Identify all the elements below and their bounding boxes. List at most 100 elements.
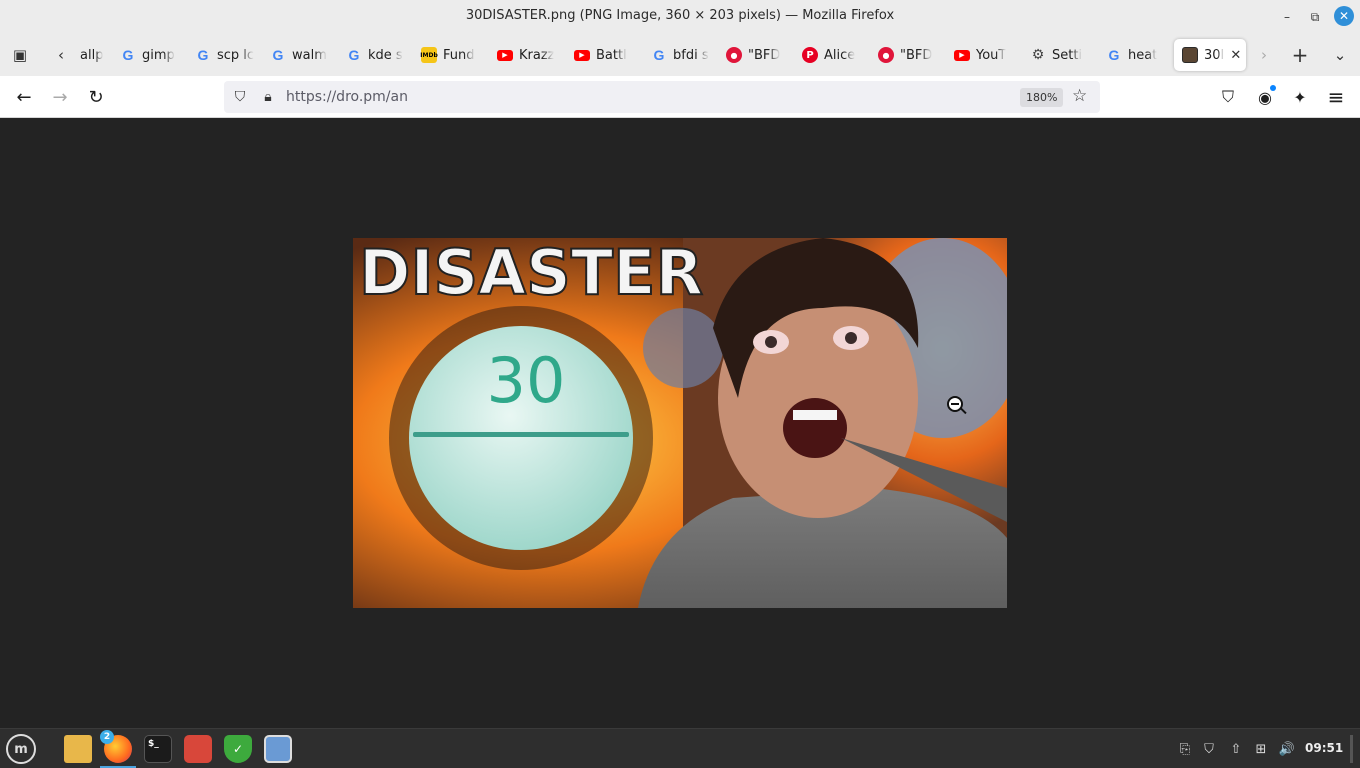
network-icon[interactable]: ⊞ <box>1251 739 1271 759</box>
scroll-tabs-left-button[interactable]: ‹ <box>48 42 74 68</box>
updates-icon[interactable]: ⇧ <box>1226 739 1246 759</box>
tab-label: Battl <box>596 47 627 63</box>
minimize-button[interactable]: – <box>1276 6 1298 28</box>
clock[interactable]: 09:51 <box>1305 741 1343 755</box>
taskbar: m 2 $_ ✓ ⎘ ⛉ ⇧ ⊞ 🔊 09:51 <box>0 728 1360 768</box>
youtube-favicon-icon: ▶ <box>574 49 590 61</box>
tab-item[interactable]: ▶ Battl <box>566 39 638 71</box>
window-titlebar: 30DISASTER.png (PNG Image, 360 × 203 pix… <box>0 0 1360 34</box>
displayed-image[interactable]: 30 DISASTER <box>353 238 1007 608</box>
tab-label: heat <box>1128 47 1158 63</box>
url-bar[interactable]: ⛉ 🔒︎ https://dro.pm/an 180% ☆ <box>224 81 1100 113</box>
close-tab-icon[interactable]: ✕ <box>1230 48 1241 63</box>
account-glyph: ◉ <box>1258 87 1272 107</box>
tab-label: walm <box>292 47 327 63</box>
image-viewer: 30 DISASTER <box>0 118 1360 728</box>
zoom-level-button[interactable]: 180% <box>1020 88 1064 107</box>
tab-label: bfdi s <box>673 47 709 63</box>
reload-button[interactable]: ↻ <box>82 84 110 110</box>
tab-label: "BFD <box>748 47 781 63</box>
firefox-launcher[interactable]: 2 <box>100 730 136 768</box>
forward-button[interactable]: → <box>46 84 74 110</box>
tab-item[interactable]: Gwalm <box>262 39 332 71</box>
gear-favicon-icon: ⚙ <box>1031 47 1045 63</box>
tracking-shield-icon[interactable]: ⛉ <box>230 87 250 107</box>
google-favicon-icon: G <box>197 47 209 63</box>
url-text[interactable]: https://dro.pm/an <box>286 89 408 105</box>
image-headline-text: DISASTER <box>359 238 703 309</box>
google-favicon-icon: G <box>348 47 360 63</box>
security-launcher[interactable]: ✓ <box>220 731 256 767</box>
clipboard-icon[interactable]: ⎘ <box>1175 739 1195 759</box>
tab-item[interactable]: Gscp lc <box>187 39 257 71</box>
tab-item[interactable]: Gbfdi s <box>643 39 713 71</box>
close-window-button[interactable]: ✕ <box>1334 6 1354 26</box>
screenshot-icon <box>264 735 292 763</box>
youtube-favicon-icon: ▶ <box>497 49 513 61</box>
red-favicon-icon: ● <box>878 47 894 63</box>
tab-label: 30I <box>1204 47 1225 63</box>
terminal-icon: $_ <box>144 735 172 763</box>
account-icon[interactable]: ◉ <box>1252 84 1278 110</box>
image-favicon-icon <box>1182 47 1198 63</box>
extensions-icon[interactable]: ✦ <box>1287 84 1313 110</box>
red-favicon-icon: ● <box>726 47 742 63</box>
tab-item[interactable]: Ggimp <box>112 39 182 71</box>
new-tab-button[interactable]: + <box>1287 42 1313 68</box>
lock-icon[interactable]: 🔒︎ <box>258 87 278 107</box>
tab-item[interactable]: ● "BFD <box>870 39 940 71</box>
pill-number-text: 30 <box>487 344 566 417</box>
youtube-favicon-icon: ▶ <box>954 49 970 61</box>
tab-label: "BFD <box>900 47 933 63</box>
gimp-launcher[interactable] <box>180 731 216 767</box>
pinterest-favicon-icon: P <box>802 47 818 63</box>
window-count-badge: 2 <box>100 730 114 744</box>
tab-strip: ▣ ‹ allp Ggimp Gscp lc Gwalm Gkde s IMDb Fund ▶… <box>0 34 1360 76</box>
folder-icon <box>64 735 92 763</box>
navigation-toolbar: ← → ↻ ⛉ 🔒︎ https://dro.pm/an 180% ☆ ⛉ ◉ … <box>0 76 1360 118</box>
window-title: 30DISASTER.png (PNG Image, 360 × 203 pix… <box>465 8 895 23</box>
tab-item[interactable]: allp <box>72 39 112 71</box>
google-favicon-icon: G <box>272 47 284 63</box>
pocket-icon[interactable]: ⛉ <box>1215 84 1241 110</box>
terminal-launcher[interactable]: $_ <box>140 731 176 767</box>
tab-item[interactable]: Gheat <box>1098 39 1168 71</box>
shield-icon: ✓ <box>224 735 252 763</box>
gimp-icon <box>184 735 212 763</box>
menu-button[interactable]: ≡ <box>1323 84 1349 110</box>
bookmark-star-icon[interactable]: ☆ <box>1072 86 1087 106</box>
thumbnail-artwork: 30 DISASTER <box>353 238 1007 608</box>
maximize-button[interactable]: ⧉ <box>1304 6 1326 28</box>
screenshot-launcher[interactable] <box>260 731 296 767</box>
tab-label: YouT <box>976 47 1007 63</box>
start-menu-button[interactable]: m <box>6 734 36 764</box>
tab-label: gimp <box>142 47 175 63</box>
files-launcher[interactable] <box>60 731 96 767</box>
scroll-tabs-right-button[interactable]: › <box>1251 42 1277 68</box>
notification-dot <box>1270 85 1276 91</box>
tab-label: Krazz <box>519 47 555 63</box>
tab-item[interactable]: IMDb Fund <box>413 39 483 71</box>
imdb-favicon-icon: IMDb <box>420 47 438 63</box>
tab-label: Fund <box>443 47 475 63</box>
tray-shield-icon[interactable]: ⛉ <box>1199 739 1219 759</box>
back-button[interactable]: ← <box>10 84 38 110</box>
tab-item[interactable]: ▶ Krazz <box>489 39 561 71</box>
volume-icon[interactable]: 🔊 <box>1277 739 1297 759</box>
tab-label: Setti <box>1052 47 1083 63</box>
tab-active[interactable]: 30I ✕ <box>1174 39 1246 71</box>
firefox-view-icon[interactable]: ▣ <box>7 42 33 68</box>
tab-item[interactable]: ● "BFD <box>718 39 788 71</box>
show-desktop-button[interactable] <box>1350 735 1353 763</box>
google-favicon-icon: G <box>122 47 134 63</box>
tab-item[interactable]: P Alice <box>794 39 866 71</box>
list-tabs-button[interactable]: ⌄ <box>1327 42 1353 68</box>
tab-label: kde s <box>368 47 403 63</box>
google-favicon-icon: G <box>653 47 665 63</box>
tab-label: scp lc <box>217 47 255 63</box>
tab-label: allp <box>80 47 104 63</box>
tab-item[interactable]: Gkde s <box>338 39 408 71</box>
tab-item[interactable]: ⚙ Setti <box>1022 39 1094 71</box>
zoom-out-cursor-icon <box>947 396 963 412</box>
tab-item[interactable]: ▶ YouT <box>946 39 1018 71</box>
